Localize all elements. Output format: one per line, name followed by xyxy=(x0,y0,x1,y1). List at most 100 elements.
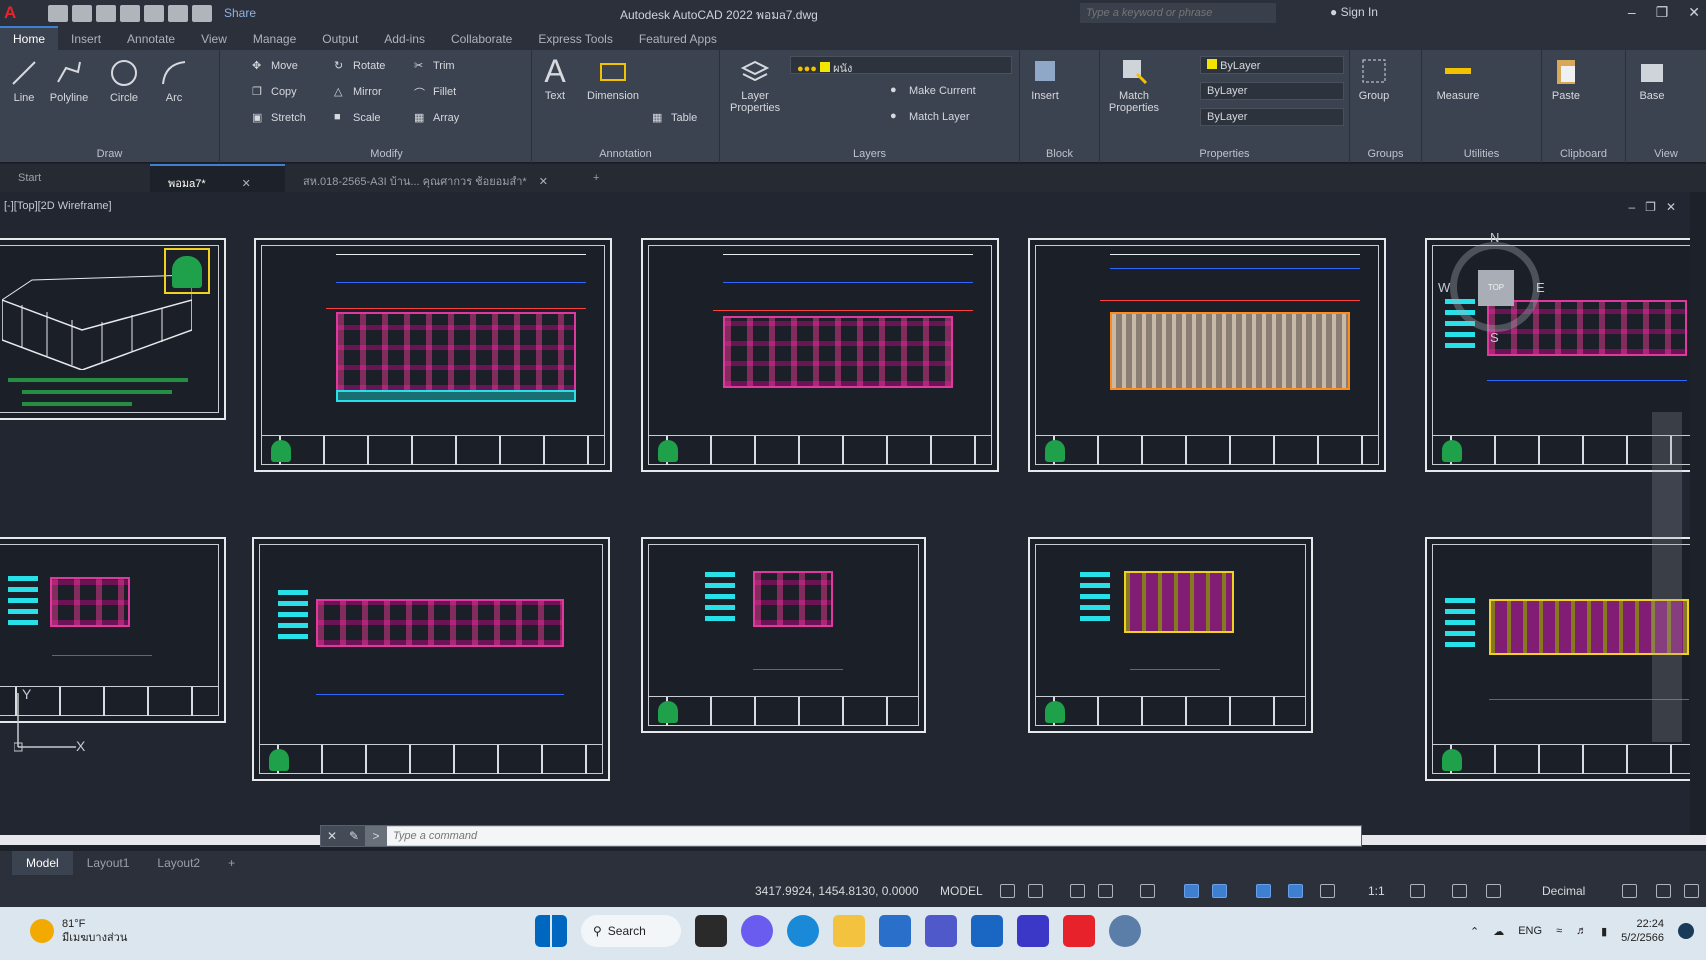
tab-manage[interactable]: Manage xyxy=(240,26,309,50)
plus-annotation-icon[interactable] xyxy=(1452,884,1467,898)
tab-layout2[interactable]: Layout2 xyxy=(143,851,214,875)
clipboard-panel-title[interactable]: Clipboard xyxy=(1542,148,1625,160)
tab-featured-apps[interactable]: Featured Apps xyxy=(626,26,730,50)
drawing-sheet-perspective[interactable] xyxy=(0,238,226,420)
command-input[interactable] xyxy=(387,827,1361,845)
drawing-sheet-floor-plan-2[interactable] xyxy=(641,238,999,472)
isolate-objects-icon[interactable] xyxy=(1622,884,1637,898)
grid-toggle-icon[interactable] xyxy=(1000,884,1015,898)
modify-panel-title[interactable]: Modify xyxy=(242,148,531,160)
fillet-button[interactable]: ⌒ Fillet xyxy=(414,85,456,100)
object-snap-icon[interactable] xyxy=(1212,884,1227,898)
navigation-cube[interactable]: TOP N S E W xyxy=(1438,230,1550,345)
navigation-bar[interactable] xyxy=(1652,412,1682,742)
table-button[interactable]: ▦ Table xyxy=(652,111,697,125)
chat-icon[interactable] xyxy=(741,915,773,947)
tab-layout1[interactable]: Layout1 xyxy=(73,851,144,875)
drawing-sheet-long-section[interactable] xyxy=(1425,537,1690,781)
layer-properties-button[interactable]: Layer Properties xyxy=(730,56,780,114)
tab-view[interactable]: View xyxy=(188,26,240,50)
file-tab-current[interactable]: พอมa7* ✕ xyxy=(150,164,285,192)
settings-app-icon[interactable] xyxy=(1109,915,1141,947)
file-tab-start[interactable]: Start xyxy=(0,164,150,192)
onedrive-cloud-icon[interactable]: ☁ xyxy=(1493,925,1504,938)
language-indicator[interactable]: ENG xyxy=(1518,925,1542,937)
close-icon[interactable]: ✕ xyxy=(1666,200,1676,214)
restore-icon[interactable]: ❐ xyxy=(1656,4,1669,21)
coordinates-readout[interactable]: 3417.9924, 1454.8130, 0.0000 xyxy=(755,884,919,898)
volume-icon[interactable]: ♬ xyxy=(1576,925,1587,937)
circle-button[interactable]: Circle xyxy=(104,58,144,104)
viewport-controls-label[interactable]: [-][Top][2D Wireframe] xyxy=(4,200,112,212)
plot-icon[interactable] xyxy=(144,4,164,22)
horizontal-scrollbar[interactable] xyxy=(0,835,320,845)
tab-model[interactable]: Model xyxy=(12,851,73,875)
tab-express-tools[interactable]: Express Tools xyxy=(525,26,625,50)
snap-toggle-icon[interactable] xyxy=(1028,884,1043,898)
clock[interactable]: 22:24 5/2/2566 xyxy=(1621,917,1664,945)
drawing-viewport[interactable]: [-][Top][2D Wireframe] – ❐ ✕ TOP N S E W… xyxy=(0,192,1690,835)
close-tab-icon[interactable]: ✕ xyxy=(242,178,251,190)
navcube-east[interactable]: E xyxy=(1536,280,1545,295)
units-dropdown[interactable]: Decimal xyxy=(1542,884,1585,898)
polar-toggle-icon[interactable] xyxy=(1098,884,1113,898)
polyline-button[interactable]: Polyline xyxy=(46,58,92,104)
drawing-sheet-section[interactable] xyxy=(1028,537,1313,733)
navcube-north[interactable]: N xyxy=(1490,230,1499,245)
chevron-up-icon[interactable]: ⌃ xyxy=(1470,925,1479,938)
weather-widget[interactable]: 81°F มีเมฆบางส่วน xyxy=(30,917,127,945)
arc-button[interactable]: Arc xyxy=(156,58,192,104)
lineweight-dropdown[interactable]: ByLayer xyxy=(1200,108,1344,126)
layers-panel-title[interactable]: Layers xyxy=(720,148,1019,160)
trim-button[interactable]: ✂ Trim xyxy=(414,59,455,73)
model-space-button[interactable]: MODEL xyxy=(940,884,983,898)
taskbar-search[interactable]: ⚲ Search xyxy=(581,915,681,947)
new-file-icon[interactable] xyxy=(48,4,68,22)
object-snap-tracking-icon[interactable] xyxy=(1184,884,1199,898)
file-tab-other[interactable]: สห.018-2565-A3I บ้าน... คุณศากวร ช้อยอมส… xyxy=(285,164,575,192)
move-button[interactable]: ✥ Move xyxy=(252,59,298,73)
copy-button[interactable]: ❐ Copy xyxy=(252,85,297,99)
paste-button[interactable]: Paste xyxy=(1548,56,1584,102)
save-icon[interactable] xyxy=(96,4,116,22)
properties-panel-title[interactable]: Properties xyxy=(1100,148,1349,160)
group-button[interactable]: Group xyxy=(1354,56,1394,102)
minimize-icon[interactable]: – xyxy=(1628,200,1635,214)
mail-icon[interactable] xyxy=(879,915,911,947)
customization-menu-icon[interactable] xyxy=(1684,884,1699,898)
drawing-sheet-side-elevation-2[interactable] xyxy=(641,537,926,733)
windows-start-icon[interactable] xyxy=(535,915,567,947)
wifi-icon[interactable]: ≈ xyxy=(1556,925,1562,937)
share-button[interactable]: Share xyxy=(224,6,256,20)
drawing-sheet-floor-plan-1[interactable] xyxy=(254,238,612,472)
add-layout-button[interactable]: + xyxy=(214,851,249,875)
fullscreen-icon[interactable] xyxy=(1656,884,1671,898)
navcube-top-face[interactable]: TOP xyxy=(1478,270,1514,306)
block-panel-title[interactable]: Block xyxy=(1020,148,1099,160)
mirror-button[interactable]: △ Mirror xyxy=(334,85,382,99)
layer-dropdown[interactable]: ●●● ผนัง xyxy=(790,56,1012,75)
open-file-icon[interactable] xyxy=(72,4,92,22)
annotation-visibility-icon[interactable] xyxy=(1288,884,1303,898)
workspace-gear-icon[interactable] xyxy=(1410,884,1425,898)
scale-button[interactable]: ■ Scale xyxy=(334,111,381,125)
outlook-icon[interactable] xyxy=(971,915,1003,947)
array-button[interactable]: ▦ Array xyxy=(414,111,459,125)
tab-insert[interactable]: Insert xyxy=(58,26,114,50)
draw-panel-title[interactable]: Draw xyxy=(0,148,219,160)
make-current-button[interactable]: ● Make Current xyxy=(890,84,976,98)
quick-properties-icon[interactable] xyxy=(1486,884,1501,898)
horizontal-scrollbar-right[interactable] xyxy=(1362,835,1706,845)
linetype-dropdown[interactable]: ByLayer xyxy=(1200,82,1344,100)
view-panel-title[interactable]: View xyxy=(1626,148,1706,160)
stretch-button[interactable]: ▣ Stretch xyxy=(252,111,306,125)
color-dropdown[interactable]: ByLayer xyxy=(1200,56,1344,74)
close-tab-icon[interactable]: ✕ xyxy=(539,176,548,188)
new-tab-button[interactable]: + xyxy=(575,164,613,192)
ortho-toggle-icon[interactable] xyxy=(1070,884,1085,898)
isodraft-toggle-icon[interactable] xyxy=(1140,884,1155,898)
teams-icon[interactable] xyxy=(925,915,957,947)
lineweight-toggle-icon[interactable] xyxy=(1256,884,1271,898)
undo-icon[interactable] xyxy=(168,4,188,22)
measure-button[interactable]: Measure xyxy=(1428,56,1488,102)
